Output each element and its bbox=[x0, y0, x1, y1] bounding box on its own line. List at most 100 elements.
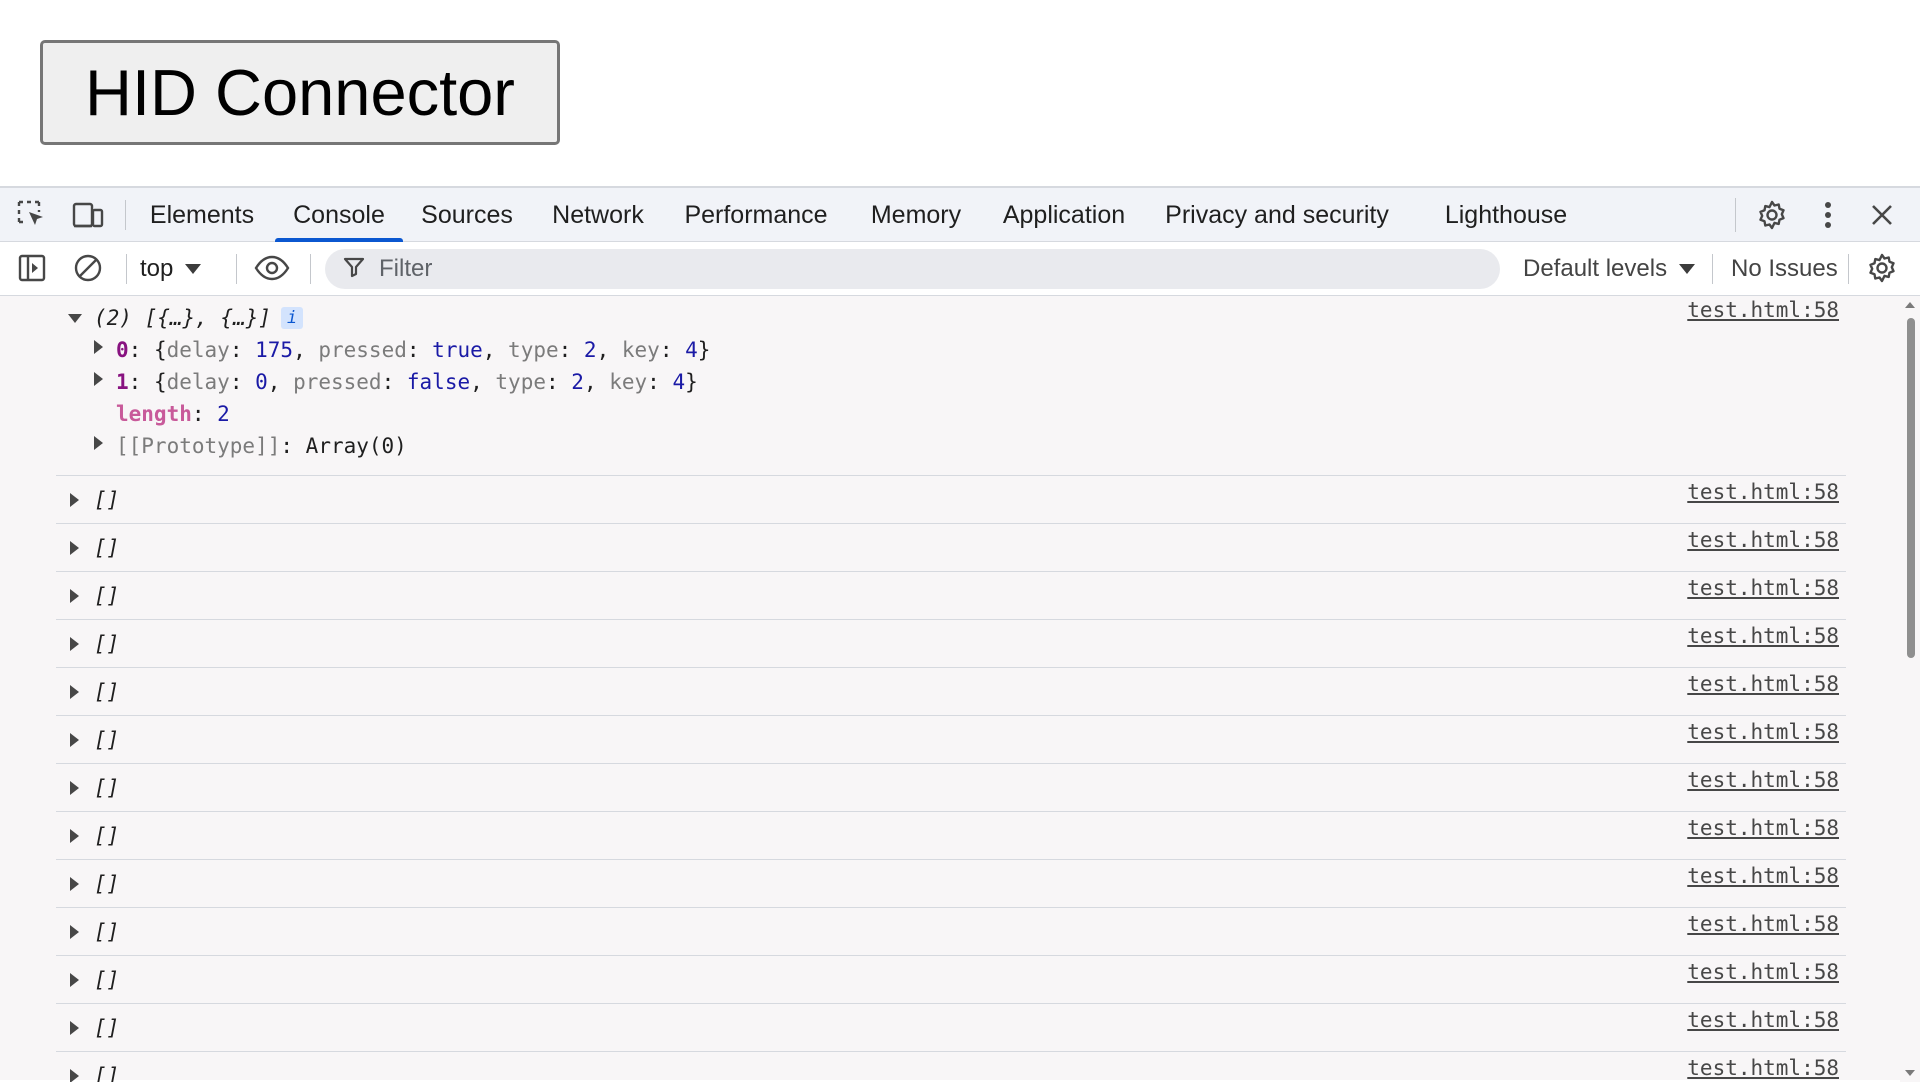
console-settings-gear-icon[interactable] bbox=[1864, 251, 1900, 285]
console-message: [] test.html:58 bbox=[56, 716, 1846, 764]
toolbar-divider bbox=[310, 254, 311, 284]
device-toolbar-icon[interactable] bbox=[70, 198, 106, 232]
expand-triangle-icon[interactable] bbox=[94, 372, 103, 386]
hid-connector-button[interactable]: HID Connector bbox=[40, 40, 560, 145]
source-link[interactable]: test.html:58 bbox=[1687, 528, 1839, 552]
expand-triangle-icon[interactable] bbox=[70, 493, 79, 507]
expand-triangle-icon[interactable] bbox=[70, 733, 79, 747]
expand-triangle-icon[interactable] bbox=[70, 1021, 79, 1035]
console-message: [] test.html:58 bbox=[56, 764, 1846, 812]
expand-triangle-icon[interactable] bbox=[70, 685, 79, 699]
devtools-tabbar: Elements Console Sources Network Perform… bbox=[0, 188, 1920, 242]
tab-elements[interactable]: Elements bbox=[140, 188, 264, 242]
expand-triangle-icon[interactable] bbox=[70, 973, 79, 987]
expand-triangle-icon[interactable] bbox=[94, 436, 103, 450]
tab-memory[interactable]: Memory bbox=[856, 188, 976, 242]
context-selector[interactable]: top bbox=[140, 250, 202, 288]
message-text[interactable]: [] bbox=[94, 632, 119, 656]
console-message: [] test.html:58 bbox=[56, 812, 1846, 860]
source-link[interactable]: test.html:58 bbox=[1687, 624, 1839, 648]
tab-network[interactable]: Network bbox=[540, 188, 656, 242]
collapse-triangle-icon[interactable] bbox=[68, 314, 82, 323]
inspect-element-icon[interactable] bbox=[14, 198, 50, 232]
console-message: [] test.html:58 bbox=[56, 572, 1846, 620]
scrollbar-thumb[interactable] bbox=[1907, 318, 1915, 658]
live-expression-eye-icon[interactable] bbox=[254, 251, 290, 285]
source-link[interactable]: test.html:58 bbox=[1687, 480, 1839, 504]
log-levels-dropdown[interactable]: Default levels bbox=[1523, 250, 1696, 288]
tab-privacy-security[interactable]: Privacy and security bbox=[1156, 188, 1398, 242]
info-badge[interactable]: i bbox=[281, 307, 304, 329]
gear-icon[interactable] bbox=[1754, 198, 1790, 232]
expand-triangle-icon[interactable] bbox=[70, 589, 79, 603]
tab-sources[interactable]: Sources bbox=[414, 188, 520, 242]
console-output: (2) [{…}, {…}] i test.html:58 0: {delay: … bbox=[0, 298, 1900, 1082]
filter-field[interactable] bbox=[325, 249, 1500, 289]
console-message-array: (2) [{…}, {…}] i test.html:58 0: {delay: … bbox=[56, 298, 1846, 476]
expand-triangle-icon[interactable] bbox=[94, 340, 103, 354]
source-link[interactable]: test.html:58 bbox=[1687, 1008, 1839, 1032]
expand-triangle-icon[interactable] bbox=[70, 877, 79, 891]
sidebar-toggle-icon[interactable] bbox=[14, 251, 50, 285]
source-link[interactable]: test.html:58 bbox=[1687, 1056, 1839, 1080]
tabbar-divider-right bbox=[1735, 198, 1736, 232]
log-levels-label: Default levels bbox=[1523, 255, 1668, 282]
page-content: HID Connector bbox=[0, 0, 1920, 186]
console-message: [] test.html:58 bbox=[56, 668, 1846, 716]
array-summary[interactable]: (2) [{…}, {…}] i bbox=[94, 306, 304, 330]
tab-performance[interactable]: Performance bbox=[676, 188, 836, 242]
message-text[interactable]: [] bbox=[94, 776, 119, 800]
scroll-down-arrow-icon[interactable] bbox=[1905, 1070, 1915, 1076]
issues-label: No Issues bbox=[1731, 255, 1838, 282]
chevron-down-icon bbox=[1679, 264, 1696, 274]
devtools-panel: Elements Console Sources Network Perform… bbox=[0, 186, 1920, 1082]
tab-console[interactable]: Console bbox=[275, 188, 403, 242]
tab-application[interactable]: Application bbox=[994, 188, 1134, 242]
message-text[interactable]: [] bbox=[94, 824, 119, 848]
expand-triangle-icon[interactable] bbox=[70, 925, 79, 939]
expand-triangle-icon[interactable] bbox=[70, 1069, 79, 1082]
array-length: length: 2 bbox=[116, 402, 230, 426]
expand-triangle-icon[interactable] bbox=[70, 829, 79, 843]
message-text[interactable]: [] bbox=[94, 584, 119, 608]
console-message: [] test.html:58 bbox=[56, 524, 1846, 572]
array-entry-1[interactable]: 1: {delay: 0, pressed: false, type: 2, k… bbox=[116, 370, 698, 394]
issues-counter[interactable]: No Issues bbox=[1731, 250, 1838, 288]
source-link[interactable]: test.html:58 bbox=[1687, 960, 1839, 984]
source-link[interactable]: test.html:58 bbox=[1687, 912, 1839, 936]
message-text[interactable]: [] bbox=[94, 680, 119, 704]
message-text[interactable]: [] bbox=[94, 488, 119, 512]
source-link[interactable]: test.html:58 bbox=[1687, 864, 1839, 888]
console-scrollbar[interactable] bbox=[1900, 296, 1920, 1082]
clear-console-icon[interactable] bbox=[70, 251, 106, 285]
close-icon[interactable] bbox=[1864, 198, 1900, 232]
source-link[interactable]: test.html:58 bbox=[1687, 672, 1839, 696]
message-text[interactable]: [] bbox=[94, 968, 119, 992]
array-entry-0[interactable]: 0: {delay: 175, pressed: true, type: 2, … bbox=[116, 338, 710, 362]
console-message: [] test.html:58 bbox=[56, 620, 1846, 668]
filter-input[interactable] bbox=[377, 254, 1481, 284]
message-text[interactable]: [] bbox=[94, 1016, 119, 1040]
expand-triangle-icon[interactable] bbox=[70, 781, 79, 795]
source-link[interactable]: test.html:58 bbox=[1687, 720, 1839, 744]
source-link[interactable]: test.html:58 bbox=[1687, 768, 1839, 792]
more-vertical-icon[interactable] bbox=[1810, 198, 1846, 232]
message-text[interactable]: [] bbox=[94, 872, 119, 896]
source-link[interactable]: test.html:58 bbox=[1687, 816, 1839, 840]
message-text[interactable]: [] bbox=[94, 536, 119, 560]
scroll-up-arrow-icon[interactable] bbox=[1905, 302, 1915, 308]
expand-triangle-icon[interactable] bbox=[70, 637, 79, 651]
console-toolbar: top Default levels No Issues bbox=[0, 242, 1920, 296]
expand-triangle-icon[interactable] bbox=[70, 541, 79, 555]
message-text[interactable]: [] bbox=[94, 1064, 119, 1082]
source-link[interactable]: test.html:58 bbox=[1687, 576, 1839, 600]
context-label: top bbox=[140, 255, 174, 282]
message-text[interactable]: [] bbox=[94, 920, 119, 944]
console-message: [] test.html:58 bbox=[56, 1052, 1846, 1082]
array-prototype[interactable]: [[Prototype]]: Array(0) bbox=[116, 434, 407, 458]
tab-lighthouse[interactable]: Lighthouse bbox=[1428, 188, 1584, 242]
source-link[interactable]: test.html:58 bbox=[1687, 298, 1839, 322]
console-message: [] test.html:58 bbox=[56, 956, 1846, 1004]
message-text[interactable]: [] bbox=[94, 728, 119, 752]
tabbar-divider bbox=[125, 200, 126, 230]
